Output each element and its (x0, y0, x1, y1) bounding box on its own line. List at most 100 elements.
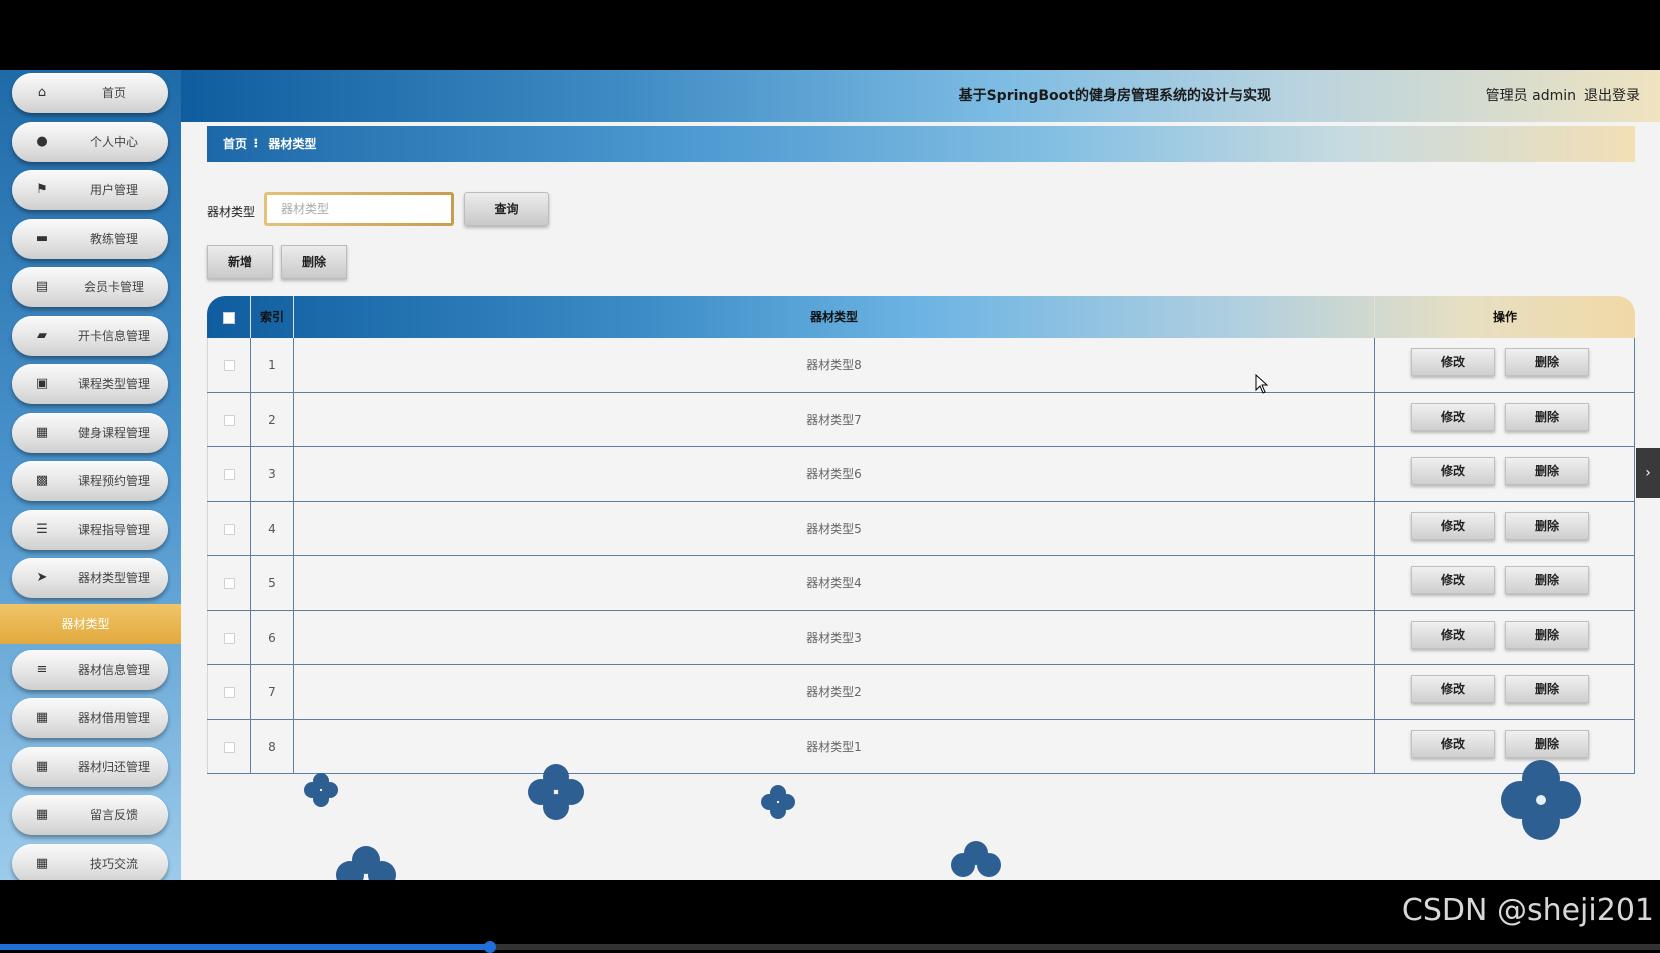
row-index: 8 (250, 719, 293, 773)
sidebar-item-label: 课程指导管理 (77, 522, 150, 537)
edit-button[interactable]: 修改 (1411, 620, 1495, 649)
delete-button[interactable]: 删除 (1505, 566, 1589, 594)
row-checkbox-cell (207, 556, 250, 610)
sidebar-item-label: 器材借用管理 (77, 711, 150, 725)
row-type: 器材类型1 (293, 719, 1374, 773)
sidebar-item[interactable]: ▦ 器材归还管理 (12, 746, 168, 787)
row-actions: 修改 删除 (1374, 338, 1635, 392)
delete-button[interactable]: 删除 (1505, 457, 1589, 485)
sidebar-item-label: 课程预约管理 (77, 474, 150, 488)
edit-button[interactable]: 修改 (1411, 457, 1495, 485)
sidebar-item[interactable]: ▦ 留言反馈 (12, 795, 168, 835)
row-actions: 修改 删除 (1374, 447, 1635, 501)
sidebar-item-label: 技巧交流 (89, 856, 138, 871)
list-icon: ☰ (36, 521, 48, 537)
row-checkbox[interactable] (223, 469, 235, 480)
delete-button[interactable]: 删除 (1505, 675, 1589, 703)
edit-button[interactable]: 修改 (1411, 675, 1495, 703)
flower-icon (951, 841, 1001, 877)
row-index: 7 (250, 665, 293, 719)
sidebar-item[interactable]: ▤ 会员卡管理 (12, 267, 168, 307)
header-actions: 操作 (1374, 296, 1635, 338)
select-all-checkbox[interactable] (222, 311, 235, 324)
sidebar-item[interactable]: ≡ 器材信息管理 (12, 649, 168, 690)
row-type: 器材类型7 (293, 392, 1374, 446)
user-icon: ● (36, 133, 48, 149)
sidebar-item[interactable]: ⌂ 首页 (12, 73, 168, 113)
flower-icon (761, 785, 795, 819)
edit-button[interactable]: 修改 (1411, 511, 1495, 540)
breadcrumb-separator: ⠇ (253, 137, 263, 151)
sidebar-item[interactable]: ▦ 器材借用管理 (12, 698, 168, 738)
screen-frame: ⌂ 首页 ● 个人中心 ⚑ 用户管理 ▬ 教练管理 ▤ 会员卡管理 ▰ 开卡信息管理 ▣ 课程类型管理 ▦ 健… (0, 0, 1660, 953)
sidebar-item[interactable]: ▩ 课程预约管理 (12, 461, 168, 501)
progress-fill (0, 944, 490, 950)
sidebar-item[interactable]: ● 个人中心 (12, 121, 168, 162)
table-row: 5 器材类型4 修改 删除 (207, 556, 1635, 611)
bulk-delete-button[interactable]: 删除 (281, 245, 347, 279)
home-icon: ⌂ (37, 85, 47, 100)
header-checkbox-cell (207, 296, 250, 338)
search-field-frame (264, 192, 454, 226)
app-window: ⌂ 首页 ● 个人中心 ⚑ 用户管理 ▬ 教练管理 ▤ 会员卡管理 ▰ 开卡信息管理 ▣ 课程类型管理 ▦ 健… (0, 70, 1660, 880)
row-actions: 修改 删除 (1374, 392, 1635, 446)
row-checkbox[interactable] (223, 741, 235, 753)
grid-icon: ▦ (35, 424, 49, 440)
delete-button[interactable]: 删除 (1505, 402, 1589, 431)
row-index: 2 (250, 392, 293, 446)
row-checkbox-cell (207, 665, 250, 719)
delete-button[interactable]: 删除 (1505, 511, 1589, 540)
grid-icon: ▦ (35, 758, 49, 774)
sidebar-item[interactable]: ☰ 课程指导管理 (12, 509, 168, 550)
row-index: 3 (250, 447, 293, 501)
row-checkbox[interactable] (223, 414, 235, 426)
breadcrumb-current: 器材类型 (268, 137, 317, 151)
logout-link[interactable]: 退出登录 (1584, 88, 1640, 104)
sidebar-item[interactable]: ▣ 课程类型管理 (12, 364, 168, 404)
clipboard-icon: ▣ (35, 376, 49, 391)
edit-button[interactable]: 修改 (1411, 402, 1495, 431)
search-input[interactable] (267, 195, 451, 223)
sidebar-item[interactable]: ➤ 器材类型管理 (12, 558, 168, 598)
row-checkbox[interactable] (223, 687, 235, 698)
row-checkbox-cell (207, 501, 250, 555)
delete-button[interactable]: 删除 (1505, 620, 1589, 649)
row-checkbox[interactable] (223, 360, 235, 371)
sidebar-subitem-active[interactable]: 器材类型 (0, 603, 181, 644)
row-actions: 修改 删除 (1374, 501, 1635, 555)
sidebar-item[interactable]: ▦ 技巧交流 (12, 843, 168, 880)
sidebar-item[interactable]: ▦ 健身课程管理 (12, 412, 168, 453)
table-row: 7 器材类型2 修改 删除 (207, 665, 1635, 720)
grid-icon: ▦ (35, 710, 49, 725)
row-checkbox-cell (207, 447, 250, 501)
breadcrumb-home[interactable]: 首页 (223, 137, 247, 151)
edit-button[interactable]: 修改 (1411, 566, 1495, 594)
delete-button[interactable]: 删除 (1505, 729, 1589, 758)
row-checkbox[interactable] (223, 523, 235, 535)
row-checkbox[interactable] (223, 632, 235, 644)
card-icon: ▤ (35, 279, 49, 294)
watermark: CSDN @sheji201 (1401, 893, 1654, 928)
delete-button[interactable]: 删除 (1505, 348, 1589, 376)
row-type: 器材类型4 (293, 556, 1374, 610)
sidebar-item[interactable]: ⚑ 用户管理 (12, 170, 168, 210)
expand-panel-button[interactable]: › (1636, 448, 1660, 498)
row-index: 4 (250, 501, 293, 555)
row-type: 器材类型2 (293, 665, 1374, 719)
row-type: 器材类型6 (293, 447, 1374, 501)
row-type: 器材类型3 (293, 610, 1374, 664)
query-button[interactable]: 查询 (464, 192, 549, 226)
table-row: 3 器材类型6 修改 删除 (207, 447, 1635, 502)
row-index: 1 (250, 338, 293, 392)
edit-button[interactable]: 修改 (1411, 348, 1495, 376)
progress-knob[interactable] (483, 941, 496, 953)
add-button[interactable]: 新增 (207, 245, 273, 279)
flower-icon (304, 773, 338, 807)
edit-button[interactable]: 修改 (1411, 729, 1495, 758)
video-progress-bar[interactable] (0, 941, 1660, 953)
sidebar-item[interactable]: ▬ 教练管理 (12, 218, 168, 259)
sidebar-item[interactable]: ▰ 开卡信息管理 (12, 315, 168, 356)
table-header: 索引 器材类型 操作 (207, 296, 1635, 338)
header-index: 索引 (250, 296, 293, 338)
row-checkbox[interactable] (223, 578, 235, 589)
